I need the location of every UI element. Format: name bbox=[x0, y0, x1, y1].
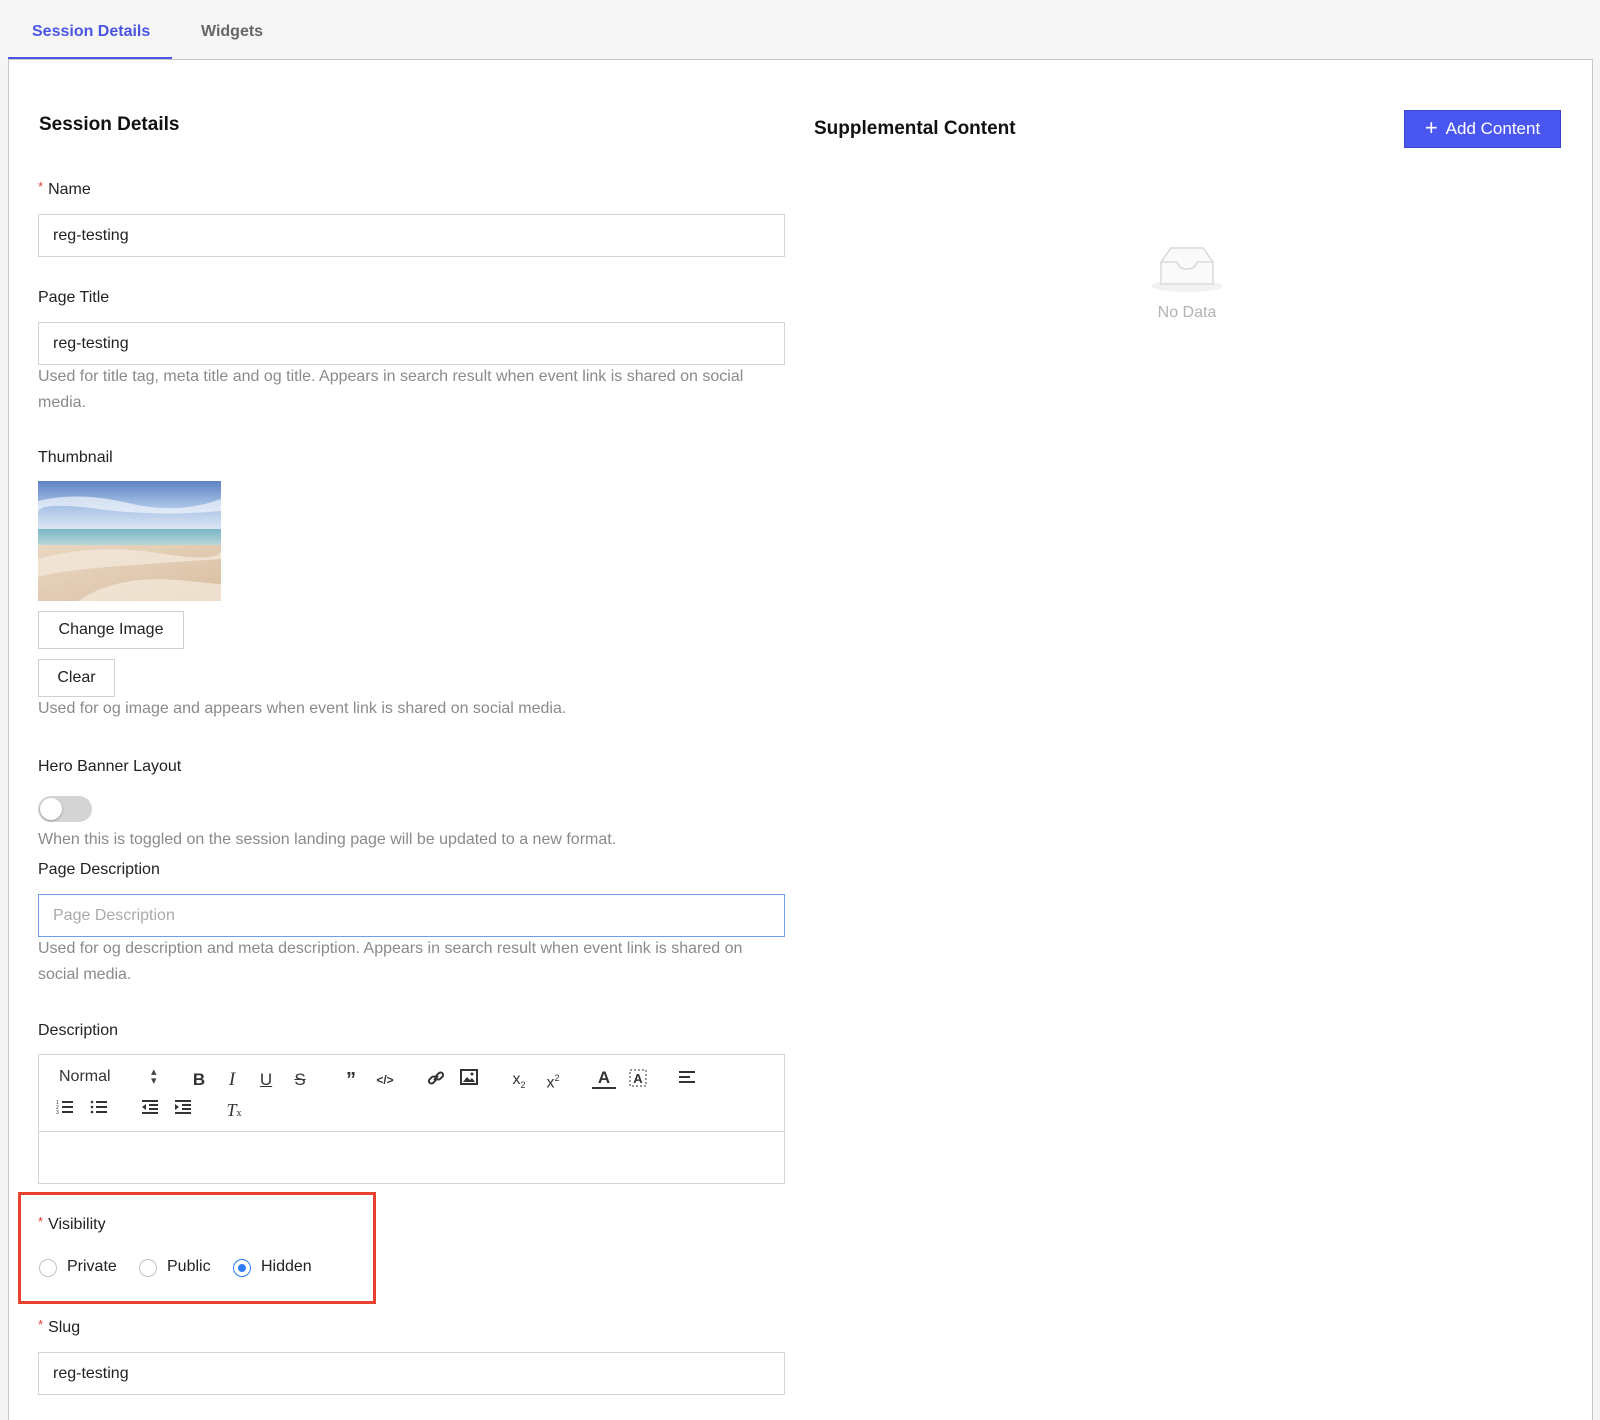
empty-inbox-icon bbox=[1149, 242, 1225, 294]
code-icon[interactable]: </> bbox=[373, 1069, 397, 1091]
page-title-label: Page Title bbox=[38, 289, 110, 306]
slug-label: * Slug bbox=[38, 1317, 81, 1337]
session-details-panel: Session Details * Name Page Title Used fo… bbox=[8, 59, 1593, 1420]
outdent-icon[interactable] bbox=[138, 1099, 162, 1121]
section-title: Session Details bbox=[39, 114, 180, 135]
indent-icon[interactable] bbox=[171, 1099, 195, 1121]
name-label: * Name bbox=[38, 179, 91, 199]
page-title-field[interactable] bbox=[38, 322, 785, 365]
ordered-list-icon[interactable]: 123 bbox=[53, 1099, 77, 1121]
format-select[interactable]: Normal ▴ ▾ bbox=[59, 1067, 157, 1087]
subscript-icon[interactable]: x2 bbox=[507, 1069, 531, 1091]
thumbnail-help: Used for og image and appears when event… bbox=[38, 700, 567, 717]
slug-field[interactable] bbox=[38, 1352, 785, 1395]
font-color-icon[interactable]: A bbox=[592, 1067, 616, 1089]
blockquote-icon[interactable]: ” bbox=[339, 1069, 363, 1091]
clear-format-icon[interactable]: Tx bbox=[222, 1099, 246, 1121]
add-content-label: Add Content bbox=[1445, 119, 1541, 138]
bullet-list-icon[interactable] bbox=[87, 1099, 111, 1121]
page-title-help-line2: media. bbox=[38, 394, 87, 411]
thumbnail-image bbox=[38, 481, 221, 601]
empty-state-text: No Data bbox=[1157, 304, 1217, 321]
hero-banner-toggle[interactable] bbox=[38, 796, 92, 822]
svg-text:A: A bbox=[633, 1071, 643, 1086]
format-select-value: Normal bbox=[59, 1068, 111, 1085]
page-title-help-line1: Used for title tag, meta title and og ti… bbox=[38, 368, 744, 385]
description-editor: Normal ▴ ▾ B I U S ” </> x2 x2 A A 1 2 3… bbox=[38, 1054, 785, 1184]
strikethrough-icon[interactable]: S bbox=[288, 1069, 312, 1091]
description-label: Description bbox=[38, 1022, 119, 1039]
required-marker: * bbox=[38, 1317, 44, 1332]
link-icon[interactable] bbox=[424, 1069, 448, 1091]
page-description-label: Page Description bbox=[38, 861, 160, 878]
toggle-knob bbox=[40, 798, 62, 820]
hero-banner-label: Hero Banner Layout bbox=[38, 758, 182, 775]
page-description-field[interactable] bbox=[38, 894, 785, 937]
align-icon[interactable] bbox=[675, 1069, 699, 1091]
page-description-help: Used for og description and meta descrip… bbox=[38, 936, 788, 988]
clear-image-button[interactable]: Clear bbox=[38, 659, 115, 697]
visibility-highlight-box bbox=[18, 1192, 376, 1304]
image-icon[interactable] bbox=[457, 1069, 481, 1091]
editor-toolbar: Normal ▴ ▾ B I U S ” </> x2 x2 A A 1 2 3… bbox=[39, 1055, 784, 1132]
underline-icon[interactable]: U bbox=[254, 1069, 278, 1091]
hero-banner-help: When this is toggled on the session land… bbox=[38, 831, 617, 848]
supplemental-content-title: Supplemental Content bbox=[814, 118, 1016, 139]
bold-icon[interactable]: B bbox=[187, 1069, 211, 1091]
add-content-button[interactable]: + Add Content bbox=[1404, 110, 1561, 148]
page-description-help-line1: Used for og description and meta descrip… bbox=[38, 940, 743, 957]
required-marker: * bbox=[38, 179, 44, 194]
name-field[interactable] bbox=[38, 214, 785, 257]
superscript-icon[interactable]: x2 bbox=[541, 1067, 565, 1091]
plus-icon: + bbox=[1424, 115, 1438, 140]
name-label-text: Name bbox=[48, 181, 91, 198]
svg-text:3: 3 bbox=[56, 1110, 59, 1115]
change-image-button[interactable]: Change Image bbox=[38, 611, 184, 649]
italic-icon[interactable]: I bbox=[220, 1069, 244, 1091]
thumbnail-label: Thumbnail bbox=[38, 449, 113, 466]
slug-label-text: Slug bbox=[48, 1319, 81, 1336]
page-description-help-line2: social media. bbox=[38, 966, 132, 983]
description-content-area[interactable] bbox=[39, 1132, 784, 1183]
page-title-help: Used for title tag, meta title and og ti… bbox=[38, 364, 788, 416]
select-arrows-icon: ▴ ▾ bbox=[151, 1066, 157, 1087]
background-color-icon[interactable]: A bbox=[626, 1069, 650, 1091]
